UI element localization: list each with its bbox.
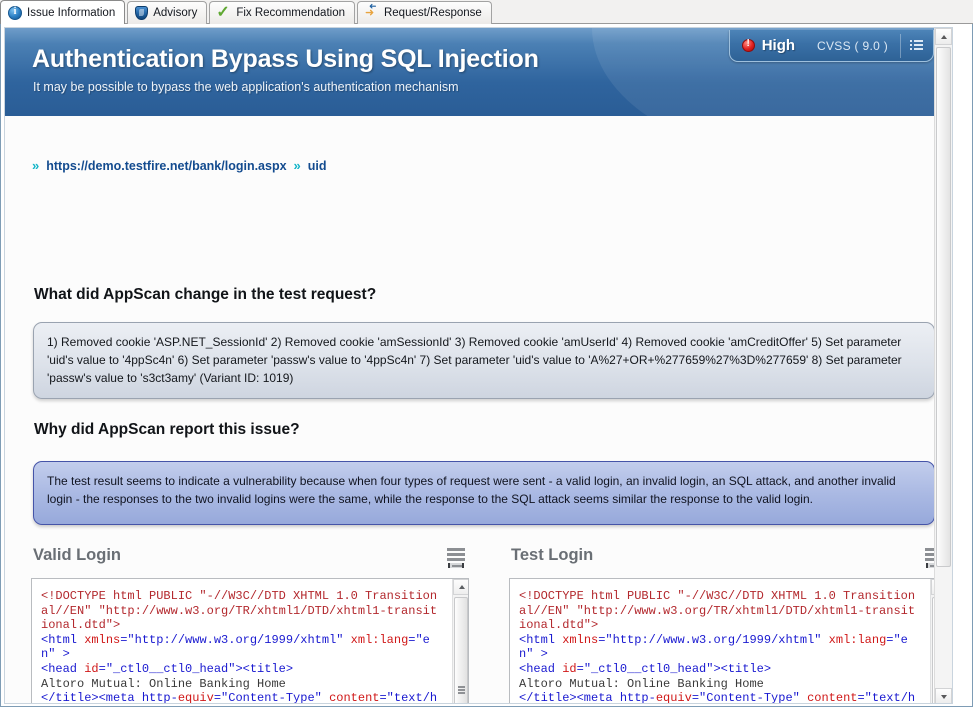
section-heading-why: Why did AppScan report this issue? [34, 421, 300, 438]
breadcrumb-parameter[interactable]: uid [308, 159, 327, 173]
panel-header: Valid Login [31, 546, 469, 578]
valid-login-panel: Valid Login <!DOCTYPE html PUBLIC "-//W3… [31, 546, 469, 704]
tab-advisory[interactable]: Advisory [127, 1, 208, 24]
code-content: <!DOCTYPE html PUBLIC "-//W3C//DTD XHTML… [519, 589, 916, 704]
breadcrumb-url[interactable]: https://demo.testfire.net/bank/login.asp… [46, 159, 286, 173]
tab-label: Fix Recommendation [236, 7, 345, 19]
code-viewer[interactable]: <!DOCTYPE html PUBLIC "-//W3C//DTD XHTML… [31, 578, 469, 704]
section-heading-change: What did AppScan change in the test requ… [34, 286, 377, 303]
tab-issue-information[interactable]: Issue Information [0, 0, 126, 25]
scrollbar-thumb[interactable] [936, 47, 951, 567]
code-scrollbar[interactable] [452, 579, 468, 703]
check-icon [216, 2, 231, 22]
scrollbar-thumb[interactable] [454, 597, 468, 703]
page-scrollbar[interactable] [934, 28, 952, 703]
arrows-icon [365, 6, 379, 20]
test-login-panel: Test Login <!DOCTYPE html PUBLIC "-//W3C… [509, 546, 936, 704]
severity-badge[interactable]: High CVSS ( 9.0 ) [728, 30, 934, 62]
change-description-box: 1) Removed cookie 'ASP.NET_SessionId' 2)… [33, 322, 935, 399]
page-title: Authentication Bypass Using SQL Injectio… [32, 45, 539, 73]
severity-details-button[interactable] [901, 32, 931, 60]
alert-icon [741, 38, 755, 52]
breadcrumb: » https://demo.testfire.net/bank/login.a… [32, 158, 327, 173]
tab-request-response[interactable]: Request/Response [356, 1, 492, 24]
tab-label: Request/Response [383, 7, 482, 19]
shield-icon [135, 6, 149, 20]
scroll-up-arrow-icon[interactable] [935, 28, 952, 45]
chevron-right-icon: » [32, 158, 39, 173]
list-icon [909, 40, 923, 51]
page-frame: Authentication Bypass Using SQL Injectio… [4, 27, 953, 704]
reason-description-box: The test result seems to indicate a vuln… [33, 461, 935, 525]
issue-header: Authentication Bypass Using SQL Injectio… [5, 28, 952, 116]
tab-fix-recommendation[interactable]: Fix Recommendation [209, 1, 355, 24]
panel-header: Test Login [509, 546, 936, 578]
response-comparison: Valid Login <!DOCTYPE html PUBLIC "-//W3… [5, 546, 936, 704]
code-content: <!DOCTYPE html PUBLIC "-//W3C//DTD XHTML… [41, 589, 438, 704]
code-viewer[interactable]: <!DOCTYPE html PUBLIC "-//W3C//DTD XHTML… [509, 578, 936, 704]
scroll-down-arrow-icon[interactable] [935, 688, 952, 703]
grip-icon [458, 686, 465, 694]
severity-label: High [761, 37, 796, 54]
tab-label: Advisory [153, 7, 198, 19]
scroll-up-arrow-icon[interactable] [453, 579, 468, 595]
panel-title: Test Login [511, 546, 594, 564]
tab-label: Issue Information [27, 6, 116, 19]
tab-bar: Issue Information Advisory Fix Recommend… [0, 0, 973, 25]
panel-title: Valid Login [33, 546, 122, 564]
panel-menu-icon[interactable] [447, 548, 465, 568]
issue-information-window: Authentication Bypass Using SQL Injectio… [0, 24, 973, 707]
cvss-score: CVSS ( 9.0 ) [817, 38, 888, 53]
info-icon [8, 5, 22, 20]
issue-body: » https://demo.testfire.net/bank/login.a… [5, 116, 936, 704]
chevron-right-icon: » [293, 158, 301, 173]
page-subtitle: It may be possible to bypass the web app… [33, 80, 459, 94]
